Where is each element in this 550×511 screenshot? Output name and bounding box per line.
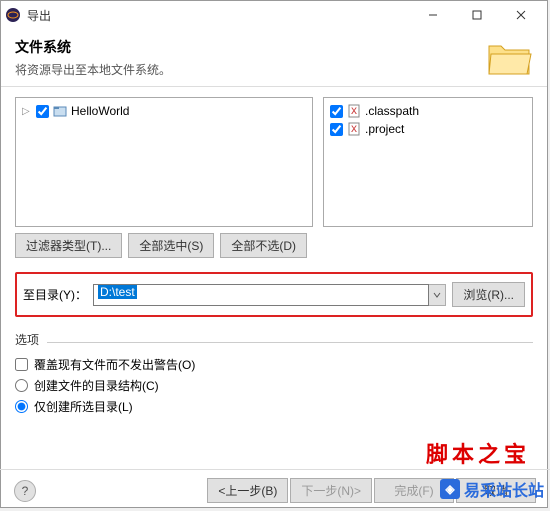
file-item-project[interactable]: x .project (328, 120, 528, 138)
create-selected-label: 仅创建所选目录(L) (34, 398, 133, 415)
page-title: 文件系统 (15, 37, 485, 57)
window-title: 导出 (27, 7, 411, 24)
option-create-dir-structure[interactable]: 创建文件的目录结构(C) (15, 375, 533, 396)
project-tree[interactable]: ▷ HelloWorld (15, 97, 313, 227)
page-subtitle: 将资源导出至本地文件系统。 (15, 61, 485, 78)
selection-buttons: 过滤器类型(T)... 全部选中(S) 全部不选(D) (15, 233, 533, 258)
file-icon: x (347, 104, 361, 118)
minimize-button[interactable] (411, 1, 455, 29)
header-text: 文件系统 将资源导出至本地文件系统。 (15, 37, 485, 78)
folder-icon (485, 38, 533, 78)
maximize-button[interactable] (455, 1, 499, 29)
svg-text:x: x (351, 104, 357, 117)
option-overwrite[interactable]: 覆盖现有文件而不发出警告(O) (15, 354, 533, 375)
overwrite-label: 覆盖现有文件而不发出警告(O) (34, 356, 195, 373)
deselect-all-button[interactable]: 全部不选(D) (220, 233, 307, 258)
file-item-classpath[interactable]: x .classpath (328, 102, 528, 120)
dropdown-arrow-icon[interactable] (428, 284, 446, 306)
file-label: .classpath (365, 104, 419, 118)
svg-text:x: x (351, 122, 357, 135)
overwrite-checkbox[interactable] (15, 358, 28, 371)
file-label: .project (365, 122, 404, 136)
resource-panes: ▷ HelloWorld x .classpath x .project (15, 97, 533, 227)
select-all-button[interactable]: 全部选中(S) (128, 233, 214, 258)
project-checkbox[interactable] (36, 105, 49, 118)
dialog-footer: ? <上一步(B) 下一步(N)> 完成(F) 取消 (0, 469, 550, 503)
file-checkbox[interactable] (330, 105, 343, 118)
create-structure-label: 创建文件的目录结构(C) (34, 377, 159, 394)
destination-label: 至目录(Y)： (23, 286, 87, 303)
filter-types-button[interactable]: 过滤器类型(T)... (15, 233, 122, 258)
options-group: 选项 覆盖现有文件而不发出警告(O) 创建文件的目录结构(C) 仅创建所选目录(… (15, 331, 533, 417)
file-checkbox[interactable] (330, 123, 343, 136)
finish-button[interactable]: 完成(F) (374, 478, 454, 503)
cancel-button[interactable]: 取消 (456, 478, 536, 503)
file-list[interactable]: x .classpath x .project (323, 97, 533, 227)
browse-button[interactable]: 浏览(R)... (452, 282, 525, 307)
eclipse-icon (5, 7, 21, 23)
window-buttons (411, 1, 543, 29)
create-selected-radio[interactable] (15, 400, 28, 413)
project-label: HelloWorld (71, 104, 129, 118)
project-folder-icon (53, 104, 67, 118)
content: ▷ HelloWorld x .classpath x .project (1, 87, 547, 417)
option-create-selected-only[interactable]: 仅创建所选目录(L) (15, 396, 533, 417)
titlebar: 导出 (1, 1, 547, 29)
options-legend: 选项 (15, 331, 39, 348)
help-button[interactable]: ? (14, 480, 36, 502)
file-icon: x (347, 122, 361, 136)
export-dialog: 导出 文件系统 将资源导出至本地文件系统。 ▷ HelloWorld (0, 0, 548, 508)
expand-icon[interactable]: ▷ (22, 106, 32, 117)
dialog-header: 文件系统 将资源导出至本地文件系统。 (1, 29, 547, 87)
destination-row: 至目录(Y)： D:\test 浏览(R)... (15, 272, 533, 317)
close-button[interactable] (499, 1, 543, 29)
create-structure-radio[interactable] (15, 379, 28, 392)
tree-item-helloworld[interactable]: ▷ HelloWorld (20, 102, 308, 120)
next-button[interactable]: 下一步(N)> (290, 478, 372, 503)
back-button[interactable]: <上一步(B) (207, 478, 288, 503)
destination-input[interactable]: D:\test (93, 284, 429, 306)
